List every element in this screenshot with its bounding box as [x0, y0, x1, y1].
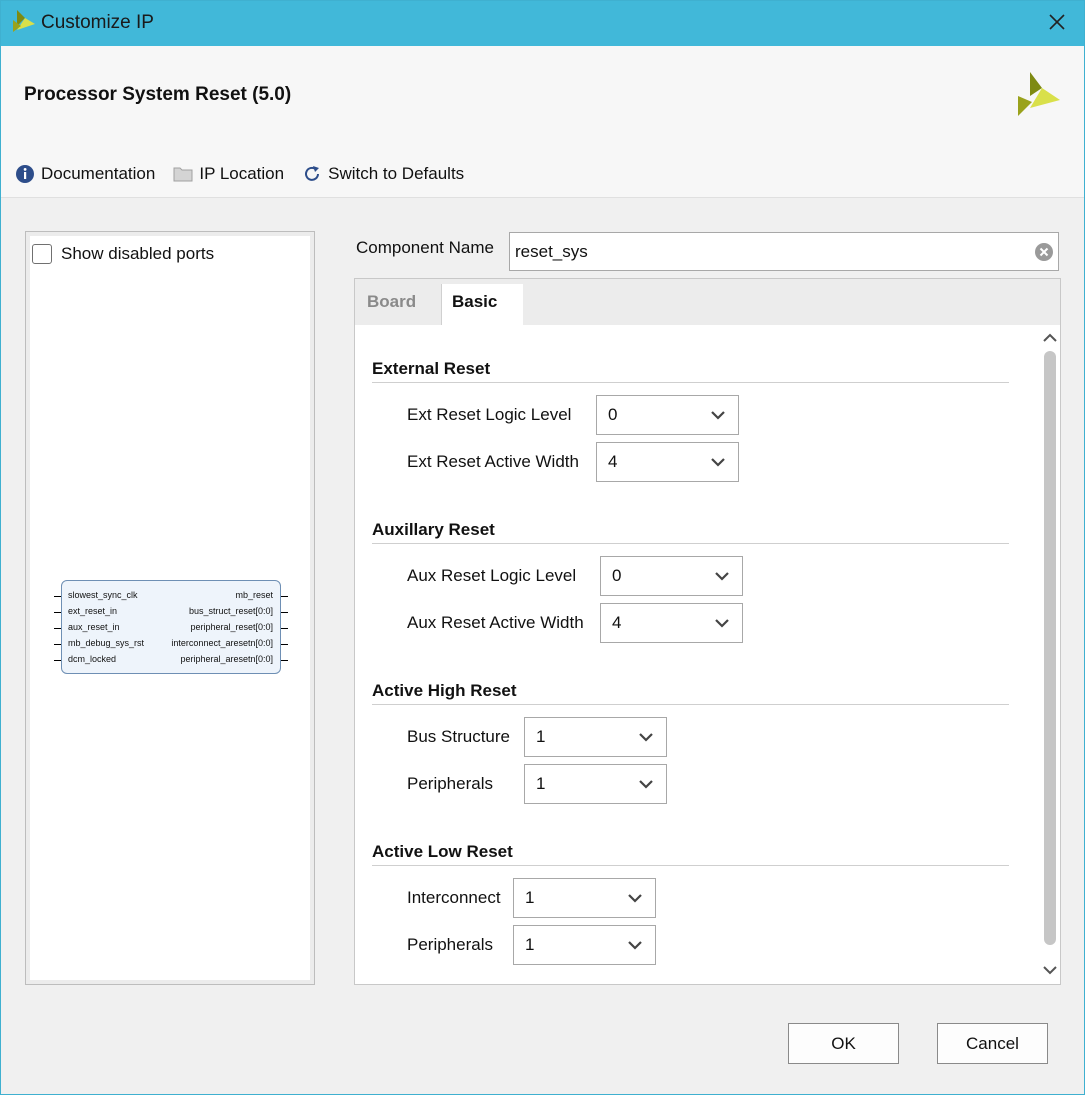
window-title: Customize IP: [41, 12, 154, 33]
active-low-peripherals-value: 1: [525, 935, 535, 954]
documentation-label: Documentation: [41, 164, 156, 183]
chevron-down-icon: [715, 619, 729, 628]
chevron-down-icon: [639, 733, 653, 742]
chevron-down-icon: [628, 941, 642, 950]
ext-reset-logic-level-value: 0: [608, 405, 618, 424]
aux-reset-active-width-label: Aux Reset Active Width: [407, 613, 584, 632]
ext-reset-active-width-select[interactable]: 4: [596, 442, 739, 482]
ext-reset-active-width-label: Ext Reset Active Width: [407, 452, 579, 471]
port-in-dcm-locked: dcm_locked: [54, 654, 116, 664]
active-low-peripherals-select[interactable]: 1: [513, 925, 656, 965]
scrollbar-thumb[interactable]: [1044, 351, 1056, 945]
documentation-button[interactable]: Documentation: [15, 164, 155, 184]
clear-icon[interactable]: [1034, 242, 1054, 262]
component-name-label: Component Name: [356, 238, 494, 257]
switch-to-defaults-label: Switch to Defaults: [328, 164, 465, 183]
tab-board[interactable]: Board: [357, 284, 426, 325]
ip-location-label: IP Location: [199, 164, 285, 183]
switch-to-defaults-button[interactable]: Switch to Defaults: [302, 164, 464, 184]
interconnect-value: 1: [525, 888, 535, 907]
chevron-down-icon: [715, 572, 729, 581]
active-low-peripherals-label: Peripherals: [407, 935, 493, 954]
interconnect-label: Interconnect: [407, 888, 501, 907]
active-high-peripherals-label: Peripherals: [407, 774, 493, 793]
show-disabled-ports-checkbox[interactable]: [32, 244, 52, 264]
port-in-aux-reset-in: aux_reset_in: [54, 622, 120, 632]
vivado-brand-logo: [1018, 72, 1060, 116]
info-icon: [16, 165, 34, 183]
chevron-down-icon: [711, 411, 725, 420]
customize-ip-dialog: Customize IP Processor System Reset (5.0…: [0, 0, 1085, 1095]
port-out-mb-reset: mb_reset: [235, 590, 288, 600]
aux-reset-logic-level-select[interactable]: 0: [600, 556, 743, 596]
aux-reset-logic-level-label: Aux Reset Logic Level: [407, 566, 577, 585]
folder-icon: [173, 167, 193, 182]
port-out-peripheral-aresetn: peripheral_aresetn[0:0]: [180, 654, 288, 664]
section-title-active-high-reset: Active High Reset: [372, 681, 517, 700]
ip-header: Processor System Reset (5.0) Documentati…: [1, 46, 1084, 198]
port-in-ext-reset-in: ext_reset_in: [54, 606, 117, 616]
aux-reset-logic-level-value: 0: [612, 566, 622, 585]
interconnect-select[interactable]: 1: [513, 878, 656, 918]
port-out-peripheral-reset: peripheral_reset[0:0]: [190, 622, 288, 632]
title-bar: Customize IP: [1, 1, 1084, 46]
scroll-up-icon[interactable]: [1042, 331, 1058, 345]
section-title-external-reset: External Reset: [372, 359, 491, 378]
ext-reset-active-width-value: 4: [608, 452, 618, 471]
component-name-value: reset_sys: [515, 242, 588, 261]
chevron-down-icon: [711, 458, 725, 467]
chevron-down-icon: [628, 894, 642, 903]
bus-structure-label: Bus Structure: [407, 727, 510, 746]
config-tabs-panel: Board Basic External Reset Ext Reset Log…: [354, 278, 1061, 985]
ip-symbol-panel: Show disabled ports slowest_sync_clk ext…: [25, 231, 315, 985]
cancel-button[interactable]: Cancel: [937, 1023, 1048, 1064]
show-disabled-ports-label: Show disabled ports: [61, 244, 215, 263]
bus-structure-select[interactable]: 1: [524, 717, 667, 757]
close-icon[interactable]: [1044, 9, 1070, 35]
ext-reset-logic-level-label: Ext Reset Logic Level: [407, 405, 572, 424]
scroll-down-icon[interactable]: [1042, 963, 1058, 977]
chevron-down-icon: [639, 780, 653, 789]
port-in-slowest-sync-clk: slowest_sync_clk: [54, 590, 138, 600]
vertical-scrollbar[interactable]: [1042, 329, 1058, 979]
vivado-logo-icon: [13, 10, 35, 32]
refresh-icon: [305, 166, 320, 181]
ip-location-button[interactable]: IP Location: [173, 164, 284, 184]
tab-basic[interactable]: Basic: [441, 284, 523, 325]
section-divider: [372, 865, 1009, 866]
section-divider: [372, 704, 1009, 705]
section-divider: [372, 382, 1009, 383]
port-out-bus-struct-reset: bus_struct_reset[0:0]: [189, 606, 288, 616]
section-title-auxillary-reset: Auxillary Reset: [372, 520, 495, 539]
ok-button[interactable]: OK: [788, 1023, 899, 1064]
ext-reset-logic-level-select[interactable]: 0: [596, 395, 739, 435]
bus-structure-value: 1: [536, 727, 546, 746]
ip-title: Processor System Reset (5.0): [24, 84, 292, 105]
section-divider: [372, 543, 1009, 544]
tab-bar: Board Basic: [355, 279, 1060, 325]
component-name-row: Component Name: [356, 238, 502, 258]
aux-reset-active-width-select[interactable]: 4: [600, 603, 743, 643]
toolbar: Documentation IP Location Switch to Defa…: [15, 161, 482, 187]
ip-symbol-block: slowest_sync_clk ext_reset_in aux_reset_…: [54, 580, 288, 674]
show-disabled-ports-row[interactable]: Show disabled ports: [32, 244, 214, 264]
port-out-interconnect-aresetn: interconnect_aresetn[0:0]: [171, 638, 288, 648]
component-name-input[interactable]: reset_sys: [509, 232, 1059, 271]
aux-reset-active-width-value: 4: [612, 613, 622, 632]
active-high-peripherals-value: 1: [536, 774, 546, 793]
port-in-mb-debug-sys-rst: mb_debug_sys_rst: [54, 638, 144, 648]
section-title-active-low-reset: Active Low Reset: [372, 842, 513, 861]
active-high-peripherals-select[interactable]: 1: [524, 764, 667, 804]
